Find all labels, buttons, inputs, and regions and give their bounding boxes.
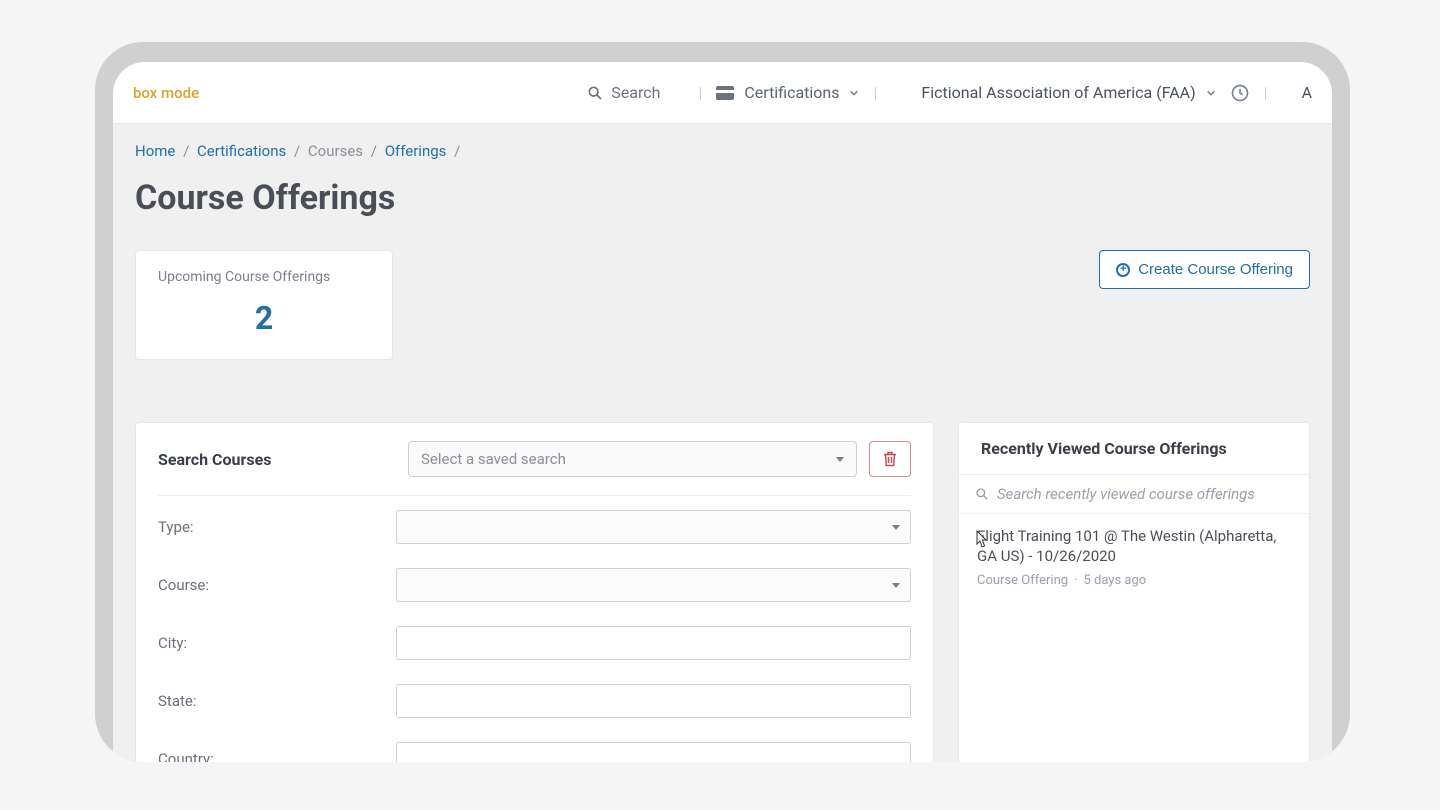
- trash-icon: [883, 451, 897, 467]
- org-name: Fictional Association of America (FAA): [921, 83, 1195, 102]
- breadcrumb-home[interactable]: Home: [135, 142, 175, 160]
- recently-viewed-title: Recently Viewed Course Offerings: [959, 423, 1309, 475]
- country-input[interactable]: [396, 742, 911, 762]
- divider: |: [873, 83, 877, 102]
- filter-row-type: Type:: [158, 496, 911, 554]
- breadcrumb-certifications[interactable]: Certifications: [197, 142, 286, 160]
- saved-search-select[interactable]: Select a saved search: [408, 441, 857, 477]
- upcoming-offerings-value: 2: [158, 299, 370, 337]
- stats-row: Upcoming Course Offerings 2 + Create Cou…: [135, 250, 1310, 360]
- recent-item-type: Course Offering: [977, 573, 1068, 588]
- create-button-label: Create Course Offering: [1138, 261, 1293, 278]
- search-icon: [975, 487, 989, 501]
- app-window: box mode Search | Certifications | Ficti…: [113, 62, 1332, 762]
- recent-item-meta: Course Offering·5 days ago: [977, 573, 1291, 588]
- country-label: Country:: [158, 750, 396, 762]
- filter-row-city: City:: [158, 612, 911, 670]
- chevron-down-icon: [1206, 88, 1216, 98]
- org-selector[interactable]: Fictional Association of America (FAA): [921, 83, 1215, 102]
- saved-search-placeholder: Select a saved search: [421, 450, 566, 468]
- breadcrumb: Home / Certifications / Courses / Offeri…: [135, 142, 1310, 160]
- plus-circle-icon: +: [1116, 263, 1130, 277]
- nav-certifications[interactable]: Certifications: [716, 83, 859, 102]
- delete-saved-search-button[interactable]: [869, 441, 911, 477]
- upcoming-offerings-card[interactable]: Upcoming Course Offerings 2: [135, 250, 393, 360]
- course-select[interactable]: [396, 568, 911, 602]
- card-icon: [716, 86, 734, 100]
- filter-row-course: Course:: [158, 554, 911, 612]
- page-content: Home / Certifications / Courses / Offeri…: [113, 124, 1332, 762]
- search-panel-header: Search Courses Select a saved search: [158, 441, 911, 496]
- search-panel-title: Search Courses: [158, 450, 408, 469]
- recent-item[interactable]: Flight Training 101 @ The Westin (Alphar…: [959, 514, 1309, 600]
- state-label: State:: [158, 692, 396, 710]
- clock-icon[interactable]: [1230, 83, 1250, 103]
- state-input[interactable]: [396, 684, 911, 718]
- upcoming-offerings-label: Upcoming Course Offerings: [158, 269, 370, 285]
- type-select[interactable]: [396, 510, 911, 544]
- city-label: City:: [158, 634, 396, 652]
- recently-viewed-search-placeholder: Search recently viewed course offerings: [997, 485, 1255, 503]
- divider: |: [1264, 83, 1268, 102]
- filter-row-country: Country:: [158, 728, 911, 762]
- caret-down-icon: [892, 583, 900, 588]
- recent-item-title: Flight Training 101 @ The Westin (Alphar…: [977, 526, 1291, 567]
- page-title: Course Offerings: [135, 178, 1310, 218]
- mode-indicator: box mode: [133, 84, 199, 102]
- filter-row-state: State:: [158, 670, 911, 728]
- caret-down-icon: [836, 457, 844, 462]
- global-search[interactable]: Search: [587, 83, 660, 102]
- recent-item-age: 5 days ago: [1083, 573, 1146, 588]
- global-search-label: Search: [611, 83, 660, 102]
- nav-certifications-label: Certifications: [744, 83, 839, 102]
- breadcrumb-courses: Courses: [308, 142, 363, 160]
- city-input[interactable]: [396, 626, 911, 660]
- course-label: Course:: [158, 576, 396, 594]
- recently-viewed-panel: Recently Viewed Course Offerings Search …: [958, 422, 1310, 762]
- recently-viewed-search[interactable]: Search recently viewed course offerings: [959, 475, 1309, 514]
- search-icon: [587, 85, 603, 101]
- type-label: Type:: [158, 518, 396, 536]
- search-courses-panel: Search Courses Select a saved search Typ…: [135, 422, 934, 762]
- avatar[interactable]: A: [1302, 83, 1312, 102]
- create-course-offering-button[interactable]: + Create Course Offering: [1099, 250, 1310, 289]
- topbar: box mode Search | Certifications | Ficti…: [113, 62, 1332, 124]
- chevron-down-icon: [849, 88, 859, 98]
- device-frame: box mode Search | Certifications | Ficti…: [95, 42, 1350, 762]
- breadcrumb-offerings[interactable]: Offerings: [385, 142, 447, 160]
- divider: |: [698, 83, 702, 102]
- panels-row: Search Courses Select a saved search Typ…: [135, 422, 1310, 762]
- caret-down-icon: [892, 525, 900, 530]
